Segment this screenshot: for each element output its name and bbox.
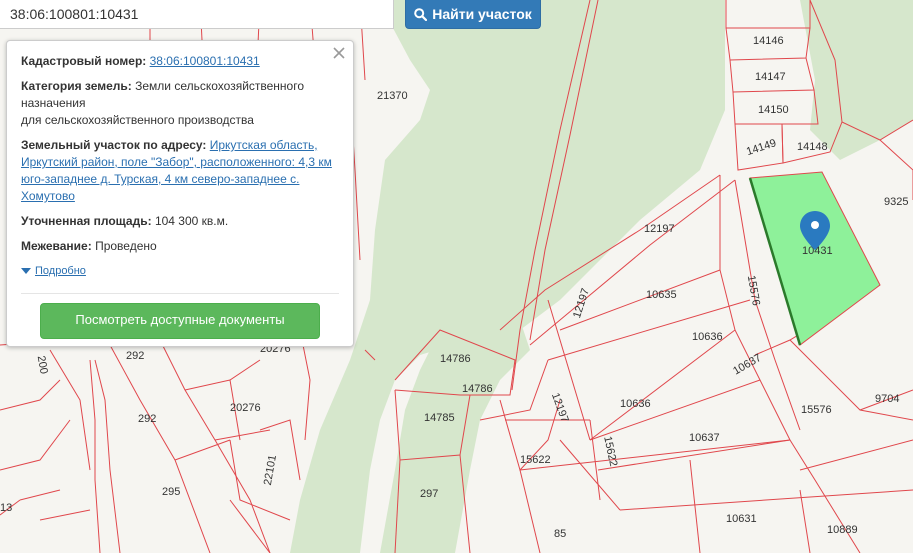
plot-label: 292 (138, 413, 156, 425)
find-parcel-button[interactable]: Найти участок (405, 0, 541, 29)
survey-label: Межевание: (21, 239, 92, 253)
cadastral-number-link[interactable]: 38:06:100801:10431 (150, 54, 260, 68)
plot-label: 295 (162, 486, 180, 498)
plot-label: 85 (554, 528, 566, 540)
plot-label: 14146 (753, 35, 784, 47)
area-label: Уточненная площадь: (21, 214, 152, 228)
plot-label: 14150 (758, 104, 789, 116)
plot-label: 15576 (801, 404, 832, 416)
plot-label: 10635 (646, 289, 677, 301)
plot-label: 10636 (692, 331, 723, 343)
popup-divider (21, 293, 339, 294)
plot-label: 297 (420, 488, 438, 500)
plot-label: 292 (126, 350, 144, 362)
parcel-info-popup: Кадастровый номер: 38:06:100801:10431 Ка… (6, 40, 354, 347)
address-row: Земельный участок по адресу: Иркутская о… (21, 137, 339, 205)
plot-label: 12197 (644, 223, 675, 235)
view-documents-button[interactable]: Посмотреть доступные документы (40, 303, 320, 339)
find-parcel-button-label: Найти участок (432, 6, 532, 22)
address-label: Земельный участок по адресу: (21, 138, 207, 152)
survey-row: Межевание: Проведено (21, 238, 339, 255)
plot-label: 21370 (377, 90, 408, 102)
land-use-value: для сельскохозяйственного производства (21, 113, 254, 127)
land-category-label: Категория земель: (21, 79, 132, 93)
close-icon[interactable] (332, 46, 346, 60)
plot-label: 10631 (726, 513, 757, 525)
details-toggle[interactable]: Подробно (21, 263, 339, 280)
cadastral-number-row: Кадастровый номер: 38:06:100801:10431 (21, 53, 339, 70)
plot-label: 9325 (884, 196, 908, 208)
plot-label: 14786 (462, 383, 493, 395)
plot-label: 14785 (424, 412, 455, 424)
plot-label: 10636 (620, 398, 651, 410)
plot-label: 9704 (875, 393, 899, 405)
caret-down-icon (21, 268, 31, 274)
cadastral-search-input[interactable] (0, 0, 394, 29)
plot-label: 14786 (440, 353, 471, 365)
plot-label: 10889 (827, 524, 858, 536)
land-category-row: Категория земель: Земли сельскохозяйстве… (21, 78, 339, 129)
survey-value: Проведено (95, 239, 157, 253)
area-row: Уточненная площадь: 104 300 кв.м. (21, 213, 339, 230)
plot-label: 10637 (689, 432, 720, 444)
details-link[interactable]: Подробно (35, 263, 86, 280)
plot-label: 14148 (797, 141, 828, 153)
cadastral-number-label: Кадастровый номер: (21, 54, 147, 68)
plot-label: 14147 (755, 71, 786, 83)
area-value: 104 300 кв.м. (154, 214, 229, 228)
search-icon (414, 7, 428, 21)
plot-label: 20276 (230, 402, 261, 414)
plot-label: 13 (0, 502, 12, 514)
plot-label: 15622 (520, 454, 551, 466)
